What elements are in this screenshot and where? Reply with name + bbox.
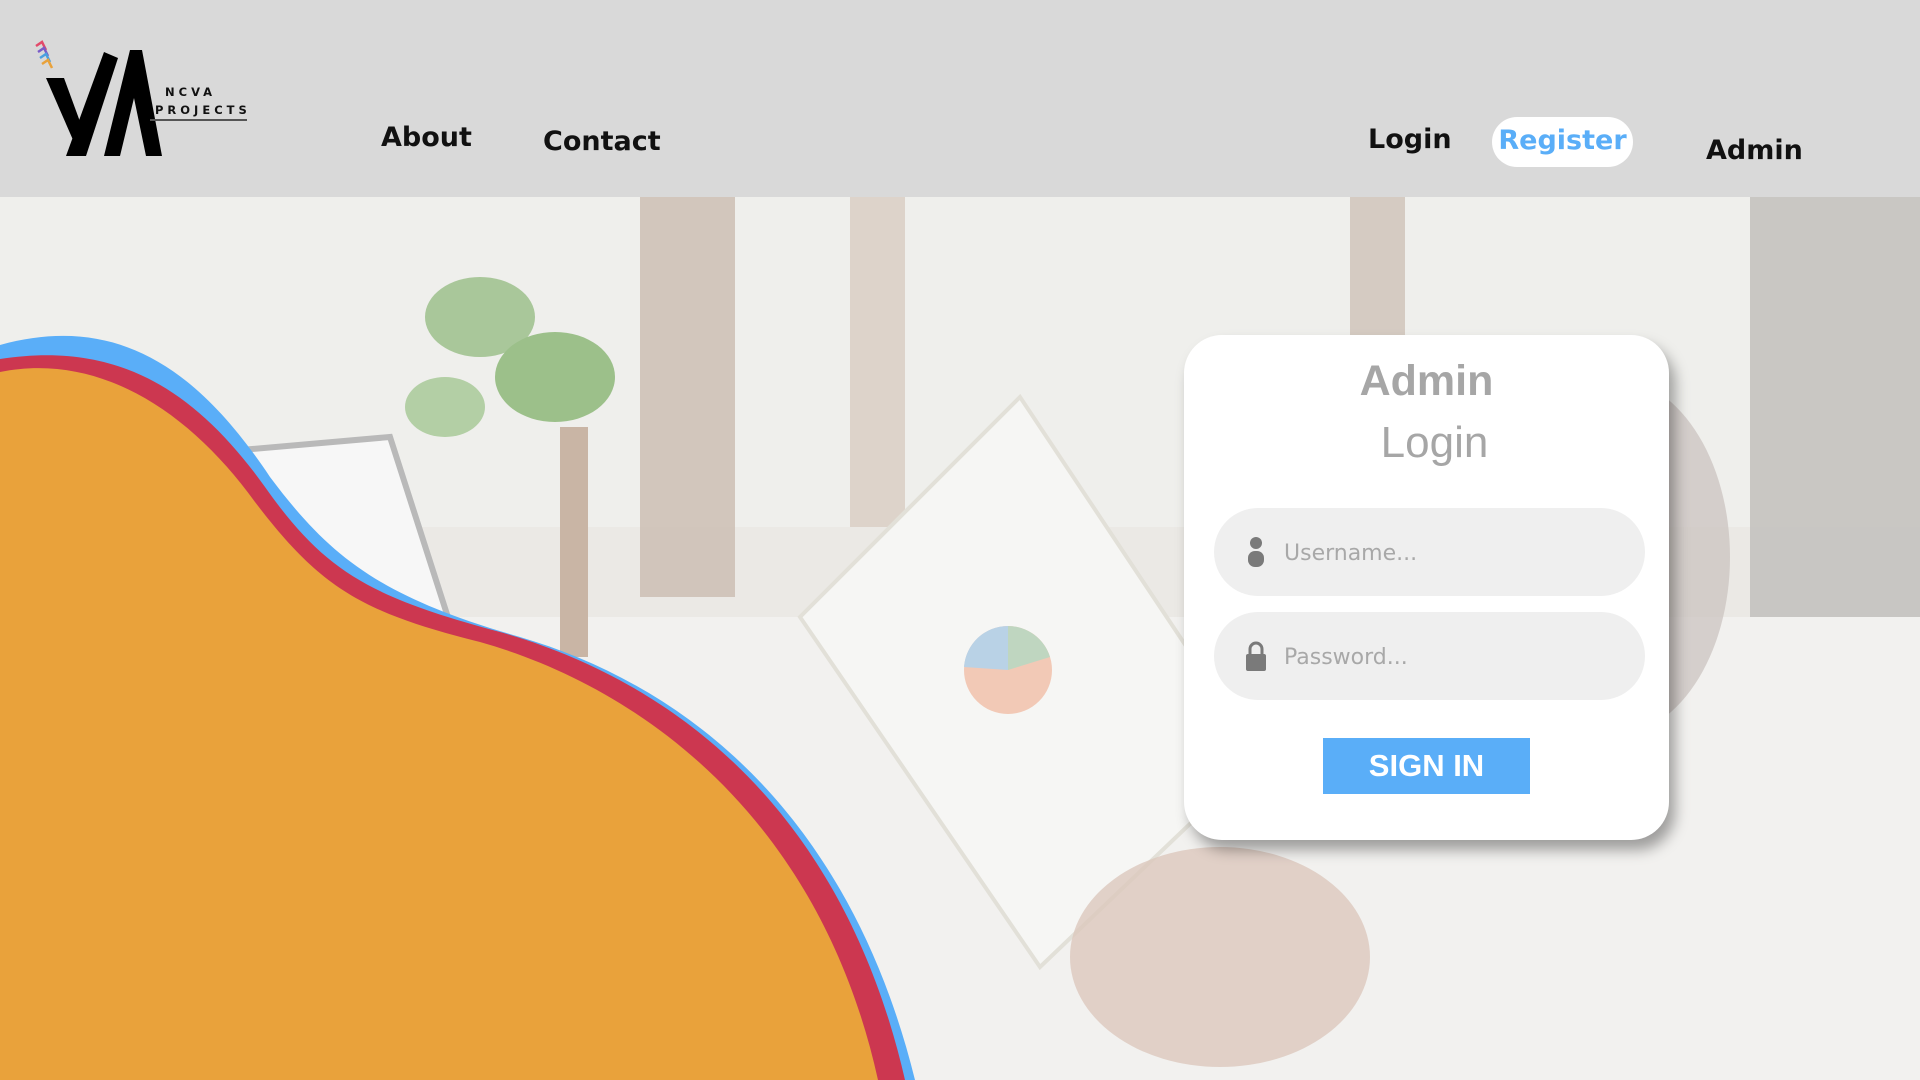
admin-login-card: Admin Login SIGN IN <box>1184 335 1669 840</box>
nav-admin-link[interactable]: Admin <box>1706 135 1803 166</box>
card-subtitle: Login <box>1380 418 1489 467</box>
password-input[interactable] <box>1282 630 1626 684</box>
username-field[interactable] <box>1214 508 1645 596</box>
nav-about-link[interactable]: About <box>381 122 472 153</box>
nav-contact-link[interactable]: Contact <box>543 126 661 157</box>
card-title: Admin <box>1359 357 1494 405</box>
username-input[interactable] <box>1282 526 1626 580</box>
lock-icon <box>1246 641 1266 671</box>
user-icon <box>1248 537 1264 567</box>
nav-login-link[interactable]: Login <box>1368 124 1452 155</box>
logo-underline <box>150 119 247 121</box>
logo-wordmark: NCVA PROJECTS <box>155 83 251 119</box>
logo-line-1: NCVA <box>165 85 217 99</box>
password-field[interactable] <box>1214 612 1645 700</box>
nav-register-button[interactable]: Register <box>1492 117 1633 167</box>
site-header: NCVA PROJECTS About Contact Login Regist… <box>0 0 1920 197</box>
sign-in-button[interactable]: SIGN IN <box>1323 738 1530 794</box>
logo-line-2: PROJECTS <box>155 103 251 117</box>
